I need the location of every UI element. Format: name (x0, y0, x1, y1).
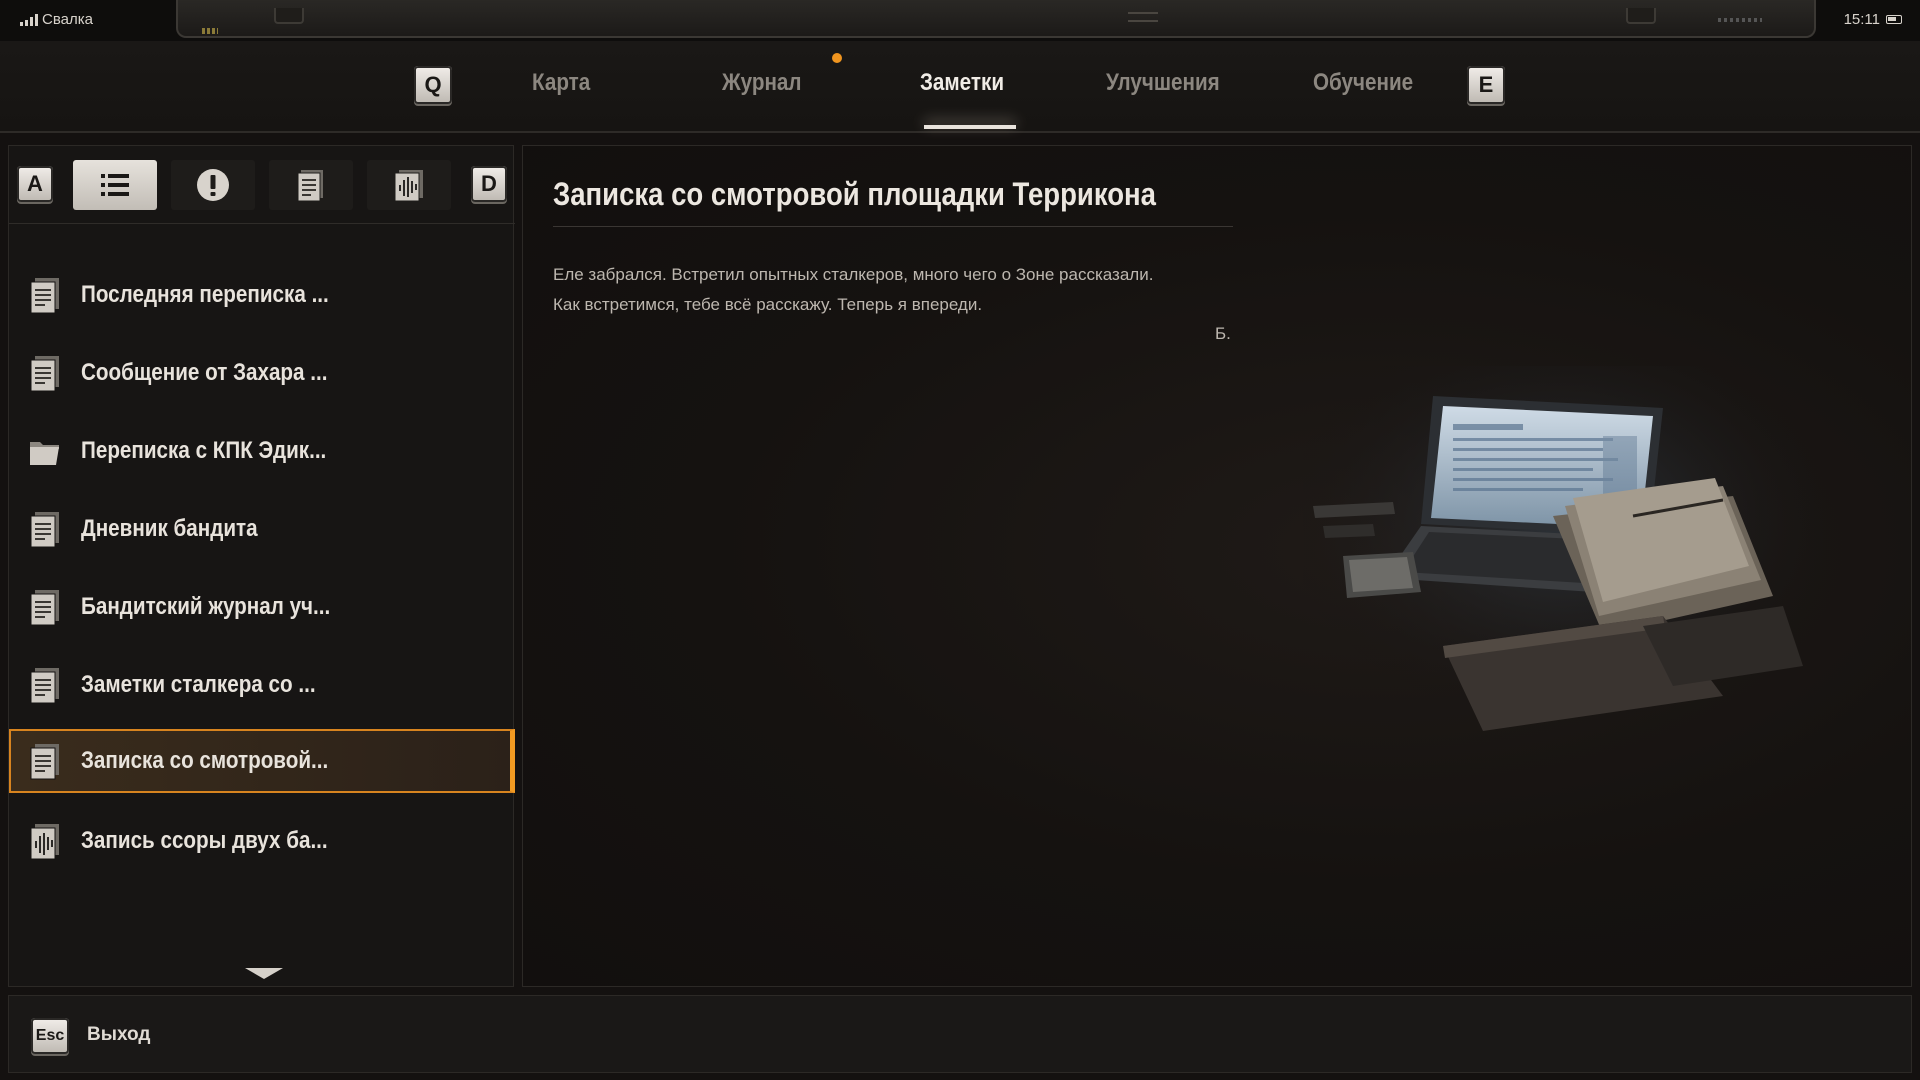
filter-important-button[interactable] (171, 160, 255, 210)
status-location: Свалка (20, 11, 93, 28)
document-icon (30, 668, 59, 704)
list-item[interactable]: Запись ссоры двух ба... (9, 809, 515, 873)
bottom-bar: Esc Выход (8, 995, 1912, 1073)
filter-bar: A D (9, 146, 515, 224)
document-icon (30, 278, 59, 314)
exit-key[interactable]: Esc (31, 1018, 69, 1054)
list-icon (101, 174, 129, 196)
document-icon (30, 590, 59, 626)
list-item-label: Заметки сталкера со ... (81, 671, 316, 698)
note-signature: Б. (1215, 324, 1231, 343)
status-bar: Свалка 15:11 (0, 0, 1920, 41)
frame-grip (1128, 12, 1158, 22)
tab-journal[interactable]: Журнал (722, 69, 802, 97)
document-icon (30, 356, 59, 392)
audio-icon (394, 170, 423, 202)
note-body: Еле забрался. Встретил опытных сталкеров… (553, 260, 1253, 320)
exit-button[interactable]: Выход (87, 1024, 150, 1046)
list-item-label: Бандитский журнал уч... (81, 593, 331, 620)
frame-indicator (202, 28, 218, 34)
folder-icon (30, 442, 59, 465)
list-item[interactable]: Бандитский журнал уч... (9, 575, 515, 639)
list-item[interactable]: Сообщение от Захара ... (9, 341, 515, 405)
signal-icon (20, 13, 38, 26)
list-item-selected[interactable]: Записка со смотровой... (9, 729, 515, 793)
location-label: Свалка (42, 11, 93, 28)
document-icon (30, 512, 59, 548)
active-tab-indicator (924, 125, 1016, 129)
exclamation-icon (197, 169, 229, 201)
status-clock: 15:11 (1844, 11, 1902, 28)
list-item[interactable]: Дневник бандита (9, 497, 515, 561)
prev-tab-key[interactable]: Q (414, 66, 452, 104)
filter-documents-button[interactable] (269, 160, 353, 210)
device-frame (176, 0, 1816, 38)
tab-upgrades[interactable]: Улучшения (1106, 69, 1220, 97)
laptop-illustration (1303, 366, 1823, 746)
title-divider (553, 226, 1233, 227)
note-detail-panel: Записка со смотровой площадки Террикона … (522, 145, 1912, 987)
list-item-label: Сообщение от Захара ... (81, 359, 328, 386)
note-body-line: Еле забрался. Встретил опытных сталкеров… (553, 265, 1154, 284)
list-item-label: Последняя переписка ... (81, 281, 329, 308)
document-icon (297, 170, 323, 202)
list-item-label: Дневник бандита (81, 515, 258, 542)
list-item-label: Запись ссоры двух ба... (81, 827, 328, 854)
note-title: Записка со смотровой площадки Террикона (553, 176, 1156, 212)
list-item[interactable]: Переписка с КПК Эдик... (9, 419, 515, 483)
tab-tutorial[interactable]: Обучение (1313, 69, 1413, 97)
notes-list-panel: A D Последняя переписка ... Сообщение от… (8, 145, 515, 987)
list-item-label: Переписка с КПК Эдик... (81, 437, 327, 464)
frame-notch (1626, 8, 1656, 24)
list-item[interactable]: Заметки сталкера со ... (9, 653, 515, 717)
tab-notes[interactable]: Заметки (920, 69, 1004, 97)
battery-icon (1886, 15, 1902, 24)
tab-map[interactable]: Карта (532, 69, 590, 97)
audio-icon (30, 824, 59, 860)
next-filter-key[interactable]: D (471, 166, 507, 202)
clock-label: 15:11 (1843, 11, 1880, 28)
list-item-label: Записка со смотровой... (81, 747, 329, 774)
filter-all-button[interactable] (73, 160, 157, 210)
next-tab-key[interactable]: E (1467, 66, 1505, 104)
frame-notch (274, 8, 304, 24)
frame-dots (1718, 18, 1762, 22)
prev-filter-key[interactable]: A (17, 166, 53, 202)
list-item[interactable]: Последняя переписка ... (9, 263, 515, 327)
scroll-down-arrow-icon[interactable] (245, 968, 283, 979)
note-body-line: Как встретимся, тебе всё расскажу. Тепер… (553, 295, 983, 314)
notification-dot (832, 53, 842, 63)
filter-audio-button[interactable] (367, 160, 451, 210)
top-nav: Q Карта Журнал Заметки Улучшения Обучени… (0, 41, 1920, 133)
document-icon (30, 744, 59, 780)
